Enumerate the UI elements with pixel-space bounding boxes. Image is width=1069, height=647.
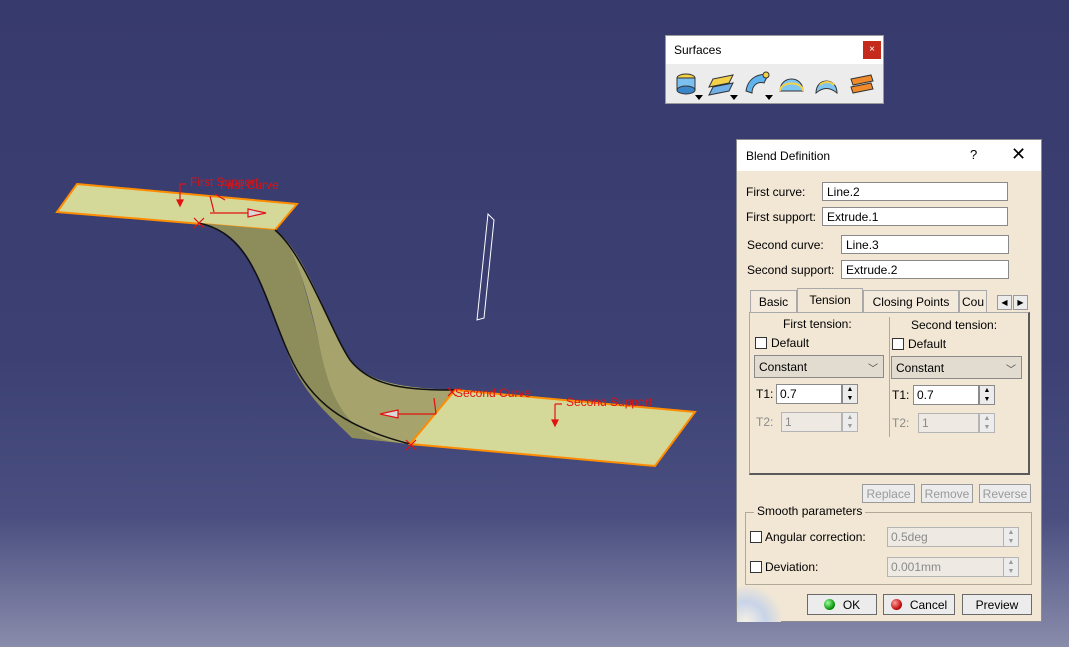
- angular-correction-label: Angular correction:: [765, 530, 866, 544]
- chevron-down-icon: ﹀: [868, 364, 878, 375]
- tab-closing-points[interactable]: Closing Points: [863, 290, 959, 312]
- close-icon[interactable]: ✕: [1011, 144, 1026, 165]
- fill-icon[interactable]: [777, 69, 806, 99]
- second-t2-input: 1: [918, 413, 979, 433]
- first-default-label: Default: [771, 336, 810, 350]
- sweep-icon[interactable]: [742, 69, 773, 100]
- first-t2-input: 1: [781, 412, 842, 432]
- second-t1-input[interactable]: 0.7: [913, 385, 979, 405]
- blend-definition-dialog: Blend Definition ? ✕ First curve: Line.2…: [736, 139, 1042, 622]
- tension-divider: [889, 317, 890, 437]
- second-tension-type-select[interactable]: Constant ﹀: [891, 356, 1022, 379]
- remove-button[interactable]: Remove: [921, 484, 973, 503]
- chevron-down-icon: ﹀: [1006, 365, 1016, 376]
- first-t1-label: T1:: [756, 387, 774, 401]
- tab-basic[interactable]: Basic: [750, 290, 797, 312]
- tab-scroll-left-icon[interactable]: ◀: [997, 295, 1012, 310]
- angular-correction-stepper: ▲ ▼: [1003, 527, 1019, 547]
- cancel-button-label: Cancel: [909, 598, 948, 612]
- first-default-checkbox[interactable]: [755, 337, 767, 349]
- second-t1-label: T1:: [892, 388, 910, 402]
- deviation-stepper: ▲ ▼: [1003, 557, 1019, 577]
- app-logo: [737, 586, 781, 622]
- cancel-icon: [890, 599, 902, 610]
- dialog-title: Blend Definition: [746, 149, 831, 163]
- deviation-checkbox[interactable]: [750, 561, 762, 573]
- second-curve-label: Second Curve: [455, 386, 531, 400]
- reverse-button[interactable]: Reverse: [979, 484, 1031, 503]
- first-curve-field[interactable]: Line.2: [822, 182, 1008, 201]
- second-support-label: Second support:: [747, 263, 835, 277]
- smooth-parameters-group: Smooth parameters Angular correction: 0.…: [745, 504, 1032, 585]
- first-tension-type-select[interactable]: Constant ﹀: [754, 355, 884, 378]
- angular-correction-checkbox[interactable]: [750, 531, 762, 543]
- offset-icon[interactable]: [707, 69, 738, 100]
- first-tension-heading: First tension:: [783, 317, 852, 331]
- wireframe-plane[interactable]: [476, 212, 495, 321]
- second-default-label: Default: [908, 337, 947, 351]
- second-tension-heading: Second tension:: [911, 318, 998, 332]
- surfaces-toolbar-title: Surfaces: [666, 36, 883, 64]
- tab-coupling[interactable]: Cou: [959, 290, 987, 312]
- preview-button[interactable]: Preview: [962, 594, 1032, 615]
- second-support-surface[interactable]: [408, 388, 697, 468]
- cancel-button[interactable]: Cancel: [883, 594, 955, 615]
- dialog-titlebar[interactable]: Blend Definition ? ✕: [737, 140, 1041, 171]
- tab-scroll-right-icon[interactable]: ▶: [1013, 295, 1028, 310]
- first-curve-label: First Curve: [220, 178, 279, 192]
- ok-icon: [823, 599, 835, 610]
- tension-tab-panel: First tension: Default Constant ﹀ T1: 0.…: [749, 312, 1030, 475]
- second-curve-field[interactable]: Line.3: [841, 235, 1009, 254]
- surfaces-toolbar[interactable]: Surfaces ×: [665, 35, 884, 104]
- first-curve-label: First curve:: [746, 185, 806, 199]
- first-t1-stepper[interactable]: ▲ ▼: [842, 384, 858, 404]
- smooth-parameters-legend: Smooth parameters: [754, 504, 866, 518]
- second-t1-stepper[interactable]: ▲ ▼: [979, 385, 995, 405]
- close-icon[interactable]: ×: [863, 41, 881, 59]
- first-t1-input[interactable]: 0.7: [776, 384, 842, 404]
- first-support-field[interactable]: Extrude.1: [822, 207, 1008, 226]
- deviation-input: 0.001mm: [887, 557, 1004, 577]
- surfaces-toolbar-icons: [672, 69, 876, 100]
- second-default-checkbox[interactable]: [892, 338, 904, 350]
- second-t2-stepper: ▲ ▼: [979, 413, 995, 433]
- second-support-label: Second Support: [566, 395, 653, 409]
- first-t2-label: T2:: [756, 415, 774, 429]
- ok-button[interactable]: OK: [807, 594, 877, 615]
- first-t2-stepper: ▲ ▼: [842, 412, 858, 432]
- second-tension-type-value: Constant: [896, 361, 945, 375]
- angular-correction-input: 0.5deg: [887, 527, 1004, 547]
- deviation-label: Deviation:: [765, 560, 819, 574]
- tab-tension[interactable]: Tension: [797, 288, 863, 312]
- blend-icon[interactable]: [847, 69, 876, 99]
- help-icon[interactable]: ?: [970, 147, 977, 162]
- extrude-icon[interactable]: [672, 69, 703, 100]
- second-curve-label: Second curve:: [747, 238, 824, 252]
- ok-button-label: OK: [842, 598, 861, 612]
- loft-icon[interactable]: [812, 69, 841, 99]
- first-tension-type-value: Constant: [759, 360, 808, 374]
- second-support-field[interactable]: Extrude.2: [841, 260, 1009, 279]
- second-t2-label: T2:: [892, 416, 910, 430]
- first-support-label: First support:: [746, 210, 817, 224]
- replace-button[interactable]: Replace: [862, 484, 915, 503]
